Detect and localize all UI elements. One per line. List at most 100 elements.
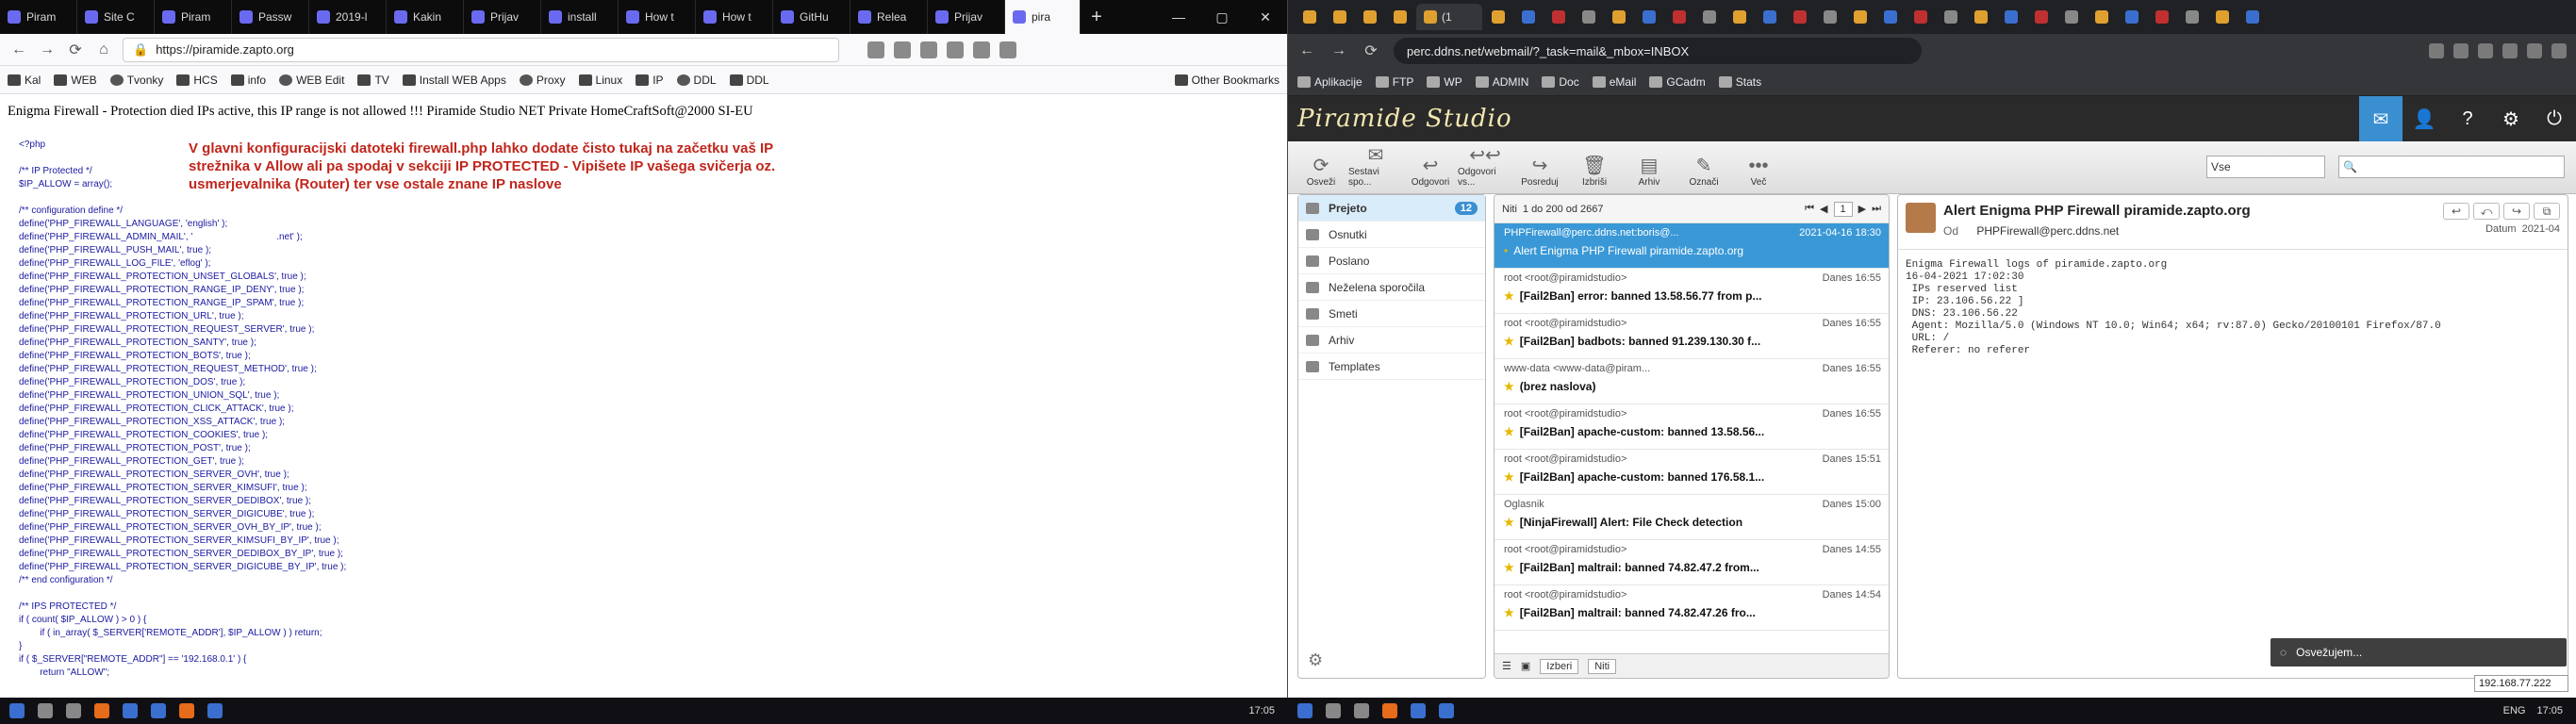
task-view-icon[interactable] (1354, 703, 1369, 718)
extension-icon[interactable] (2453, 43, 2469, 58)
reply-icon[interactable]: ↩ (2443, 203, 2469, 220)
bookmark-item[interactable]: Doc (1542, 75, 1579, 89)
menu-icon[interactable] (999, 41, 1016, 58)
bookmark-item[interactable]: Install WEB Apps (402, 74, 506, 87)
settings-gear-icon[interactable]: ⚙ (1308, 650, 1323, 670)
browser-tab[interactable]: pira (1005, 0, 1081, 34)
search-input[interactable]: 🔍 (2338, 156, 2565, 178)
browser-tab[interactable]: 2019-l (309, 0, 387, 34)
browser-tab[interactable]: How t (696, 0, 773, 34)
browser-tab[interactable]: Passw (232, 0, 309, 34)
browser-tab[interactable] (1544, 4, 1573, 30)
threads-label[interactable]: Niti (1502, 204, 1517, 215)
prev-page-icon[interactable]: ◀ (1820, 203, 1827, 215)
browser-tab[interactable]: Relea (850, 0, 928, 34)
preview-toggle-icon[interactable]: ▣ (1521, 660, 1530, 672)
toolbar-button[interactable]: ✉ Sestavi spo... (1348, 144, 1403, 188)
message-row[interactable]: PHPFirewall@perc.ddns.net:boris@... 2021-… (1494, 223, 1889, 269)
extension-icon[interactable] (947, 41, 964, 58)
threads-dropdown[interactable]: Niti (1588, 658, 1617, 674)
app-icon[interactable] (179, 703, 194, 718)
app-icon[interactable] (207, 703, 223, 718)
language-indicator[interactable]: ENG (2503, 705, 2526, 716)
bookmark-item[interactable]: WEB (54, 74, 97, 87)
browser-tab[interactable] (2057, 4, 2086, 30)
windows-start-icon[interactable] (9, 703, 25, 718)
browser-tab[interactable]: GitHu (773, 0, 850, 34)
bookmark-item[interactable]: info (230, 74, 266, 87)
bookmark-item[interactable]: Kal (8, 74, 41, 87)
toolbar-button[interactable]: ↩ Odgovori (1403, 155, 1458, 188)
settings-gear-icon[interactable]: ⚙ (2489, 96, 2533, 141)
app-icon[interactable] (1439, 703, 1454, 718)
browser-tab[interactable] (1967, 4, 1995, 30)
system-clock-left[interactable]: 17:05 (1248, 705, 1288, 716)
bookmark-item[interactable]: Other Bookmarks (1174, 74, 1280, 87)
browser-tab[interactable] (2178, 4, 2206, 30)
bookmark-item[interactable]: Linux (578, 74, 622, 87)
filter-select[interactable]: Vse (2206, 156, 2325, 178)
browser-tab[interactable]: Prijav (928, 0, 1005, 34)
sidebar-icon[interactable] (894, 41, 911, 58)
back-icon[interactable]: ← (1297, 42, 1316, 59)
star-icon[interactable]: ★ (1504, 606, 1514, 619)
toolbar-button[interactable]: ✎ Označi (1676, 155, 1731, 188)
star-icon[interactable]: ★ (1504, 561, 1514, 574)
browser-tab[interactable]: How t (619, 0, 696, 34)
bookmark-item[interactable]: ADMIN (1475, 75, 1528, 89)
star-icon[interactable]: ★ (1504, 425, 1514, 438)
open-window-icon[interactable]: ⧉ (2534, 203, 2560, 220)
extension-icon[interactable] (2527, 43, 2542, 58)
browser-tab[interactable] (1635, 4, 1663, 30)
message-row[interactable]: root <root@piramidstudio> Danes 16:55 ★ [Fa… (1494, 404, 1889, 450)
browser-tab[interactable] (2148, 4, 2176, 30)
firefox-taskbar-icon[interactable] (1382, 703, 1397, 718)
browser-tab[interactable]: Prijav (464, 0, 541, 34)
search-icon[interactable] (38, 703, 53, 718)
browser-tab[interactable] (1326, 4, 1354, 30)
bookmark-item[interactable]: GCadm (1649, 75, 1706, 89)
browser-tab[interactable] (1386, 4, 1414, 30)
browser-tab[interactable] (1876, 4, 1905, 30)
message-row[interactable]: Oglasnik Danes 15:00 ★ [NinjaFirewall] Aler… (1494, 495, 1889, 540)
library-icon[interactable] (867, 41, 884, 58)
bookmark-item[interactable]: DDL (729, 74, 769, 87)
last-page-icon[interactable]: ⏭ (1872, 203, 1881, 215)
browser-tab[interactable] (1726, 4, 1754, 30)
browser-tab[interactable] (1786, 4, 1814, 30)
bookmark-item[interactable]: Proxy (519, 74, 566, 87)
forward-icon[interactable]: ↪ (2503, 203, 2530, 220)
address-bar[interactable]: perc.ddns.net/webmail/?_task=mail&_mbox=… (1394, 38, 1922, 64)
browser-tab[interactable] (1907, 4, 1935, 30)
bookmark-item[interactable]: FTP (1375, 75, 1413, 89)
reload-icon[interactable]: ⟳ (66, 41, 85, 59)
minimize-icon[interactable]: — (1157, 0, 1200, 34)
extension-icon[interactable] (973, 41, 990, 58)
browser-tab[interactable] (1484, 4, 1512, 30)
app-icon[interactable] (123, 703, 138, 718)
bookmark-item[interactable]: HCS (176, 74, 218, 87)
browser-tab[interactable] (1695, 4, 1724, 30)
address-bar[interactable]: 🔒 https://piramide.zapto.org (123, 37, 839, 62)
folder-item[interactable]: Poslano (1298, 248, 1485, 274)
message-row[interactable]: root <root@piramidstudio> Danes 14:55 ★ [Fa… (1494, 540, 1889, 585)
folder-item[interactable]: Osnutki (1298, 222, 1485, 248)
toolbar-button[interactable]: ↪ Posreduj (1512, 155, 1567, 188)
browser-tab[interactable] (1575, 4, 1603, 30)
browser-tab[interactable] (2208, 4, 2237, 30)
bookmark-item[interactable]: IP (636, 74, 664, 87)
browser-tab[interactable] (1756, 4, 1784, 30)
browser-tab[interactable] (1356, 4, 1384, 30)
chrome-taskbar-icon[interactable] (1411, 703, 1426, 718)
mail-icon[interactable]: ✉ (2359, 96, 2403, 141)
message-row[interactable]: root <root@piramidstudio> Danes 16:55 ★ [Fa… (1494, 269, 1889, 314)
folder-item[interactable]: Neželena sporočila (1298, 274, 1485, 301)
page-number-input[interactable]: 1 (1833, 201, 1853, 217)
bookmark-item[interactable]: DDL (676, 74, 717, 87)
extension-icon[interactable] (920, 41, 937, 58)
browser-tab[interactable] (2118, 4, 2146, 30)
back-icon[interactable]: ← (9, 41, 28, 58)
extension-icon[interactable] (2478, 43, 2493, 58)
message-row[interactable]: root <root@piramidstudio> Danes 16:55 ★ [Fa… (1494, 314, 1889, 359)
next-page-icon[interactable]: ▶ (1858, 203, 1866, 215)
